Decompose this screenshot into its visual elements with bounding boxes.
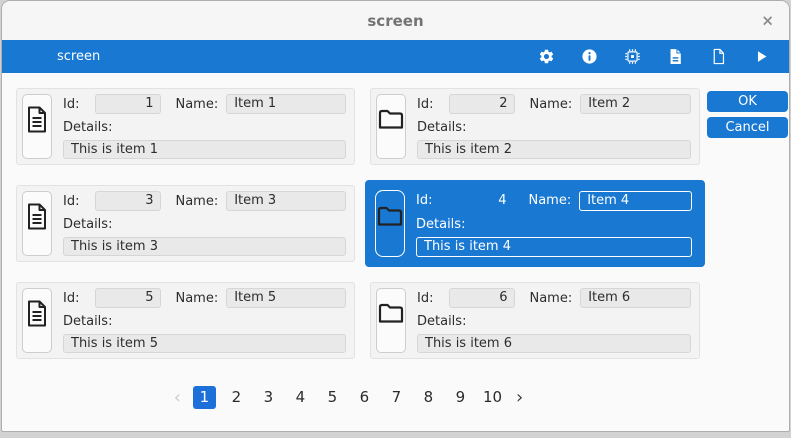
item-icon-cell <box>22 191 52 256</box>
id-field[interactable]: 6 <box>449 288 516 308</box>
page-button-8[interactable]: 8 <box>417 386 440 409</box>
name-label: Name: <box>175 96 219 112</box>
details-field[interactable]: This is item 4 <box>416 237 692 257</box>
pagination: ‹ 1 2 3 4 5 6 7 8 9 10 › <box>2 386 695 409</box>
id-label: Id: <box>416 193 433 208</box>
page-button-10[interactable]: 10 <box>481 386 504 409</box>
page-button-7[interactable]: 7 <box>385 386 408 409</box>
item-card-1[interactable]: Id: 1 Name: Item 1 Details: This is item… <box>16 88 355 165</box>
details-label: Details: <box>63 120 113 135</box>
run-play-icon[interactable] <box>753 48 770 65</box>
name-field[interactable]: Item 5 <box>226 288 346 308</box>
details-label: Details: <box>63 217 113 232</box>
item-icon-cell <box>375 190 405 257</box>
page-button-9[interactable]: 9 <box>449 386 472 409</box>
item-card-grid: Id: 1 Name: Item 1 Details: This is item… <box>16 88 705 359</box>
name-label: Name: <box>175 290 219 306</box>
details-field[interactable]: This is item 3 <box>63 237 346 256</box>
page-button-5[interactable]: 5 <box>321 386 344 409</box>
id-field[interactable]: 2 <box>449 94 516 114</box>
name-field[interactable]: Item 4 <box>579 190 692 211</box>
name-label: Name: <box>529 96 573 112</box>
id-field[interactable]: 4 <box>448 191 514 211</box>
name-label: Name: <box>175 193 219 209</box>
details-label: Details: <box>417 120 467 135</box>
details-field[interactable]: This is item 5 <box>63 334 346 353</box>
ok-button[interactable]: OK <box>707 91 788 112</box>
document-blank-icon[interactable] <box>710 48 727 65</box>
document-text-icon[interactable] <box>667 48 684 65</box>
id-field[interactable]: 1 <box>95 94 162 114</box>
id-field[interactable]: 3 <box>95 191 162 211</box>
toolbar-title: screen <box>57 49 101 64</box>
close-icon[interactable]: × <box>761 13 774 28</box>
name-label: Name: <box>528 193 572 208</box>
page-button-1[interactable]: 1 <box>192 386 216 409</box>
item-icon-cell <box>376 288 406 353</box>
item-card-6[interactable]: Id: 6 Name: Item 6 Details: This is item… <box>370 282 700 359</box>
settings-gear-icon[interactable] <box>538 48 555 65</box>
details-label: Details: <box>417 314 467 329</box>
id-field[interactable]: 5 <box>95 288 162 308</box>
details-field[interactable]: This is item 2 <box>417 140 691 159</box>
title-bar: screen × <box>2 1 789 40</box>
name-field[interactable]: Item 1 <box>226 94 346 114</box>
name-field[interactable]: Item 6 <box>580 288 691 308</box>
action-button-column: OK Cancel <box>707 88 788 359</box>
id-label: Id: <box>417 96 434 112</box>
item-card-4-selected[interactable]: Id: 4 Name: Item 4 Details: This is item… <box>365 180 705 267</box>
toolbar-icon-group <box>538 48 770 65</box>
details-label: Details: <box>416 217 466 232</box>
details-field[interactable]: This is item 6 <box>417 334 691 353</box>
details-label: Details: <box>63 314 113 329</box>
id-label: Id: <box>63 290 80 306</box>
name-field[interactable]: Item 2 <box>580 94 691 114</box>
id-label: Id: <box>417 290 434 306</box>
id-label: Id: <box>63 96 80 112</box>
page-button-6[interactable]: 6 <box>353 386 376 409</box>
prev-page-icon: ‹ <box>173 387 181 408</box>
chip-icon[interactable] <box>624 48 641 65</box>
info-icon[interactable] <box>581 48 598 65</box>
page-button-2[interactable]: 2 <box>225 386 248 409</box>
cancel-button[interactable]: Cancel <box>707 117 788 138</box>
content-area: Id: 1 Name: Item 1 Details: This is item… <box>2 73 789 359</box>
details-field[interactable]: This is item 1 <box>63 140 346 159</box>
window-title: screen <box>367 11 424 30</box>
document-icon <box>28 106 46 133</box>
item-card-5[interactable]: Id: 5 Name: Item 5 Details: This is item… <box>16 282 355 359</box>
id-label: Id: <box>63 193 80 209</box>
item-icon-cell <box>22 288 52 353</box>
folder-icon <box>377 206 403 226</box>
item-card-3[interactable]: Id: 3 Name: Item 3 Details: This is item… <box>16 185 355 262</box>
app-window: screen × screen Id: 1 Name: Item 1 Detai… <box>1 0 790 432</box>
document-icon <box>28 203 46 230</box>
document-icon <box>28 300 46 327</box>
folder-icon <box>378 303 404 323</box>
name-label: Name: <box>529 290 573 306</box>
item-card-2[interactable]: Id: 2 Name: Item 2 Details: This is item… <box>370 88 700 165</box>
next-page-icon[interactable]: › <box>513 386 526 409</box>
toolbar: screen <box>2 40 789 73</box>
folder-icon <box>378 109 404 129</box>
item-icon-cell <box>22 94 52 159</box>
page-button-3[interactable]: 3 <box>257 386 280 409</box>
page-button-4[interactable]: 4 <box>289 386 312 409</box>
name-field[interactable]: Item 3 <box>226 191 346 211</box>
item-icon-cell <box>376 94 406 159</box>
